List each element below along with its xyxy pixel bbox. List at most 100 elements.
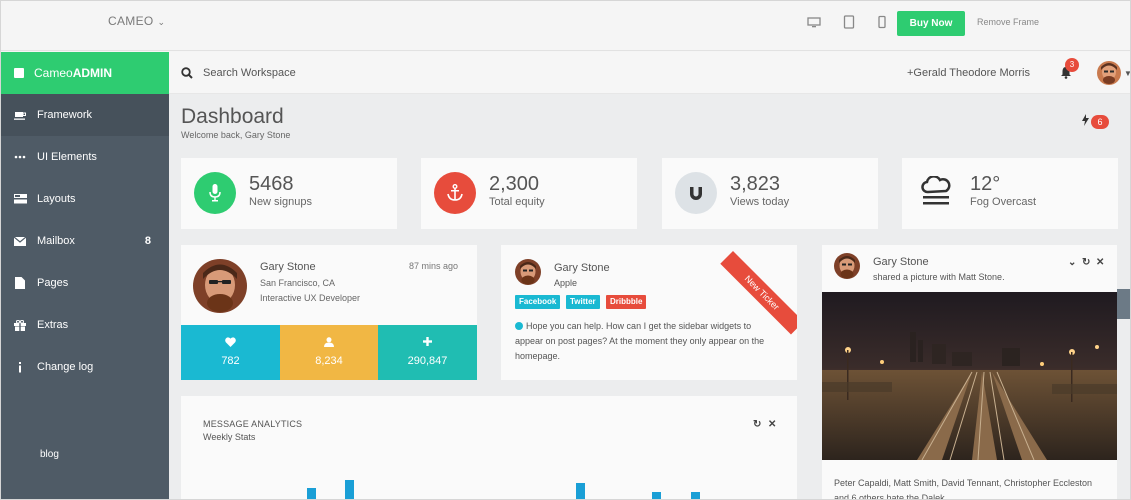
ticker-company: Apple: [554, 278, 578, 288]
profile-card: Gary Stone San Francisco, CA Interactive…: [181, 245, 477, 380]
sidebar-item-label: Mailbox: [37, 235, 75, 247]
theme-dropdown[interactable]: CAMEO ⌄: [108, 14, 165, 28]
ellipsis-icon: [13, 151, 27, 163]
remove-frame-link[interactable]: Remove Frame: [977, 17, 1039, 27]
caret-down-icon[interactable]: ▼: [1124, 69, 1130, 78]
sidebar-item-label: Framework: [37, 109, 93, 121]
heart-icon: [225, 337, 236, 347]
ticker-message-text: Hope you can help. How can I get the sid…: [515, 321, 765, 361]
mailbox-count-badge: 8: [144, 235, 151, 247]
avatar[interactable]: [1097, 61, 1121, 85]
refresh-icon[interactable]: ↻: [1082, 257, 1090, 268]
user-icon: [324, 337, 334, 347]
gift-icon: [13, 319, 27, 331]
sidebar-item-label: UI Elements: [37, 151, 97, 163]
analytics-subtitle: Weekly Stats: [203, 432, 256, 442]
sidebar-item-extras[interactable]: Extras: [1, 304, 169, 346]
avatar[interactable]: [834, 253, 860, 279]
sidebar-item-change-log[interactable]: Change log: [1, 346, 169, 388]
brand-name: Cameo: [34, 66, 73, 80]
tag-twitter[interactable]: Twitter: [566, 295, 600, 309]
stat-label: Fog Overcast: [970, 196, 1037, 208]
chart-bar: [576, 483, 585, 499]
notification-count-badge: 3: [1065, 58, 1079, 72]
points-stat[interactable]: 290,847: [378, 325, 477, 380]
alerts-count-badge: 6: [1091, 115, 1109, 129]
followers-value: 8,234: [315, 355, 343, 367]
theme-dropdown-label: CAMEO: [108, 14, 154, 28]
search-input[interactable]: [203, 63, 503, 83]
followers-stat[interactable]: 8,234: [280, 325, 378, 380]
sidebar-item-label: Extras: [37, 319, 69, 331]
post-photo[interactable]: [822, 292, 1117, 460]
page-title: Dashboard: [181, 105, 284, 128]
mobile-icon[interactable]: [875, 15, 889, 29]
stat-label: Total equity: [489, 196, 545, 208]
chart-bar: [691, 492, 700, 499]
desktop-icon[interactable]: [807, 15, 821, 29]
stat-card-signups: 5468 New signups: [181, 158, 397, 229]
stat-card-equity: 2,300 Total equity: [421, 158, 637, 229]
buy-now-button[interactable]: Buy Now: [897, 11, 965, 36]
avatar[interactable]: [193, 259, 247, 313]
chevron-down-icon: ⌄: [157, 17, 166, 27]
main-content: Dashboard Welcome back, Gary Stone 6 546…: [169, 94, 1130, 500]
collapse-icon[interactable]: ⌄: [1068, 257, 1076, 268]
envelope-icon: [13, 235, 27, 247]
likes-stat[interactable]: 782: [181, 325, 280, 380]
sidebar-brand[interactable]: Cameo ADMIN: [1, 52, 169, 94]
points-value: 290,847: [407, 355, 448, 367]
avatar[interactable]: [515, 259, 541, 285]
chart-bar: [307, 488, 316, 499]
search-icon[interactable]: [181, 67, 193, 79]
sidebar-item-label: Change log: [37, 361, 94, 373]
stat-label: New signups: [249, 196, 312, 208]
preview-frame: CAMEO ⌄ Buy Now Remove Frame Cameo ADMIN F…: [0, 0, 1131, 500]
sidebar-blog-link[interactable]: blog: [40, 449, 59, 460]
close-icon[interactable]: ✕: [1096, 257, 1104, 268]
bolt-icon[interactable]: [1082, 114, 1089, 126]
stat-value: 5468: [249, 173, 294, 195]
post-caption: Peter Capaldi, Matt Smith, David Tennant…: [834, 478, 1092, 500]
close-icon[interactable]: ✕: [768, 419, 776, 430]
chart-bar: [652, 492, 661, 499]
profile-role: Interactive UX Developer: [260, 293, 361, 303]
post-author[interactable]: Gary Stone: [873, 256, 929, 268]
preview-toolbar: CAMEO ⌄ Buy Now Remove Frame: [1, 1, 1130, 51]
tag-dribbble[interactable]: Dribbble: [606, 295, 647, 309]
sidebar-item-pages[interactable]: Pages: [1, 262, 169, 304]
fog-icon: [915, 172, 957, 214]
chart-bar: [345, 480, 354, 499]
profile-time: 87 mins ago: [409, 261, 459, 271]
user-name-link[interactable]: +Gerald Theodore Morris: [907, 67, 1030, 79]
coffee-icon: [13, 109, 27, 121]
stat-value: 3,823: [730, 173, 781, 195]
tablet-icon[interactable]: [842, 15, 856, 29]
likes-value: 782: [221, 355, 240, 367]
ticker-author[interactable]: Gary Stone: [554, 262, 610, 274]
magnet-icon: [675, 172, 717, 214]
refresh-icon[interactable]: ↻: [753, 419, 761, 430]
photo-post-card: Gary Stone shared a picture with Matt St…: [822, 245, 1117, 500]
stat-value: 12°: [970, 173, 1001, 195]
message-analytics-card: MESSAGE ANALYTICS Weekly Stats ↻ ✕: [181, 396, 797, 499]
anchor-icon: [434, 172, 476, 214]
brand-name-bold: ADMIN: [72, 66, 113, 80]
profile-name[interactable]: Gary Stone: [260, 261, 316, 273]
tag-facebook[interactable]: Facebook: [515, 295, 561, 309]
stat-label: Views today: [730, 196, 790, 208]
profile-location: San Francisco, CA: [260, 278, 336, 288]
stat-card-views: 3,823 Views today: [662, 158, 878, 229]
sidebar-item-layouts[interactable]: Layouts: [1, 178, 169, 220]
page-subtitle: Welcome back, Gary Stone: [181, 130, 291, 140]
stat-value: 2,300: [489, 173, 540, 195]
analytics-title: MESSAGE ANALYTICS: [203, 419, 303, 429]
microphone-icon: [194, 172, 236, 214]
file-icon: [13, 277, 27, 289]
sidebar-item-ui-elements[interactable]: UI Elements: [1, 136, 169, 178]
sidebar-item-label: Pages: [37, 277, 69, 289]
sidebar-item-label: Layouts: [37, 193, 76, 205]
sidebar-item-mailbox[interactable]: Mailbox 8: [1, 220, 169, 262]
settings-tab[interactable]: [1117, 289, 1130, 319]
sidebar-item-framework[interactable]: Framework: [1, 94, 169, 136]
